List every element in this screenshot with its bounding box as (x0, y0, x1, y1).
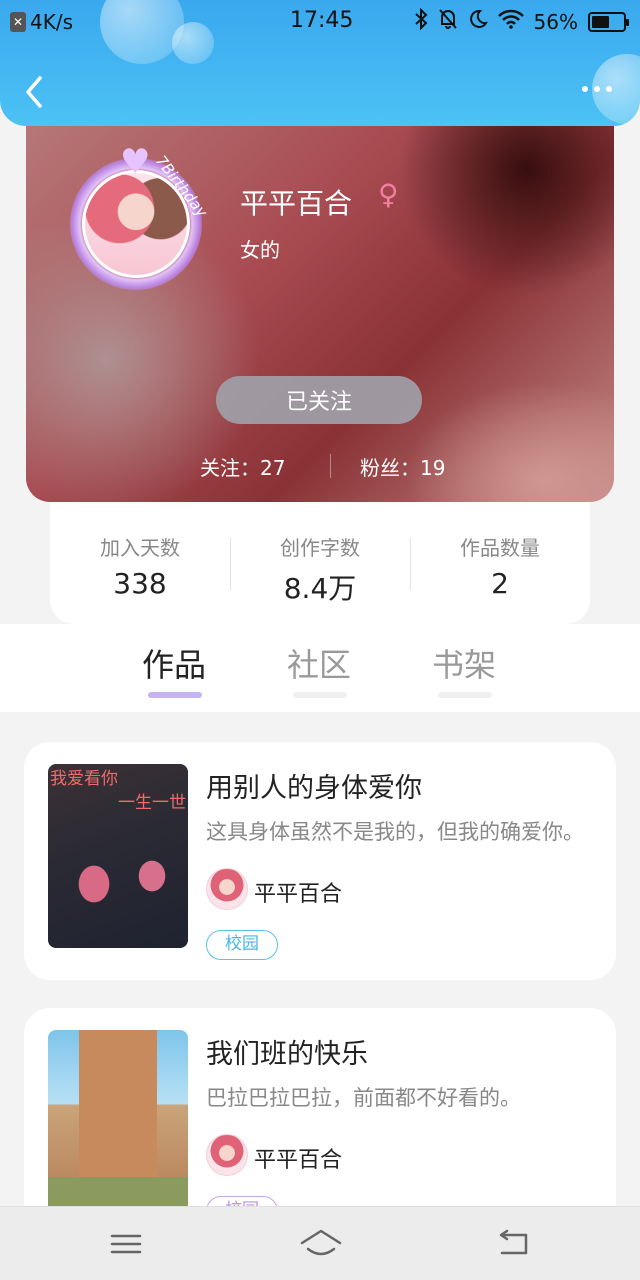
tab-community-indicator (293, 692, 347, 698)
network-indicator: ✕ 4K/s (10, 10, 73, 34)
stat-value: 8.4万 (283, 572, 357, 605)
tab-works-indicator (148, 692, 202, 698)
author-avatar (206, 868, 248, 910)
stat-join-days: 加入天数 338 (50, 532, 230, 600)
battery-percent: 56% (533, 9, 578, 34)
work-description: 巴拉巴拉巴拉，前面都不好看的。 (206, 1086, 521, 1110)
username: 平平百合 (240, 187, 353, 220)
system-nav-bar (0, 1206, 640, 1280)
dot (606, 86, 612, 92)
more-dots-icon[interactable] (582, 86, 612, 92)
network-speed: 4K/s (30, 10, 73, 34)
follow-stats: 关注：27 粉丝：19 (26, 452, 614, 482)
stat-label: 加入天数 (100, 536, 180, 560)
work-card[interactable]: 我爱看你 一生一世 用别人的身体爱你 这具身体虽然不是我的，但我的确爱你。 平平… (24, 742, 616, 980)
moon-icon (468, 9, 488, 34)
work-description: 这具身体虽然不是我的，但我的确爱你。 (206, 820, 584, 844)
profile-banner: ♥ 7Birthday 平平百合 ♀ 女的 已关注 关注：27 粉丝：19 (26, 100, 614, 502)
top-header: ✕ 4K/s 17:45 56% (0, 0, 640, 126)
home-icon[interactable] (298, 1227, 344, 1261)
stat-value: 338 (113, 567, 167, 600)
wifi-icon (497, 9, 524, 34)
dot (582, 86, 588, 92)
stat-value: 2 (491, 567, 509, 600)
tab-works[interactable]: 作品 (142, 640, 206, 686)
stat-label: 创作字数 (280, 536, 360, 560)
stats-card: 加入天数 338 创作字数 8.4万 作品数量 2 (50, 502, 590, 624)
author-avatar (206, 1134, 248, 1176)
work-title[interactable]: 我们班的快乐 (206, 1032, 368, 1071)
stat-works-count: 作品数量 2 (410, 532, 590, 600)
clock: 17:45 (290, 8, 354, 33)
followed-button[interactable]: 已关注 (216, 376, 422, 424)
tab-bookshelf[interactable]: 书架 (432, 640, 496, 686)
author-name: 平平百合 (254, 882, 343, 907)
heart-icon: ♥ (120, 142, 151, 182)
gender-label: 女的 (240, 238, 280, 262)
status-bar: ✕ 4K/s 17:45 56% (0, 0, 640, 44)
work-cover[interactable]: 我爱看你 一生一世 (48, 764, 188, 948)
genre-tag[interactable]: 校园 (206, 930, 278, 960)
author-name: 平平百合 (254, 1148, 343, 1173)
chevron-left-icon[interactable] (20, 72, 50, 112)
network-x-icon: ✕ (10, 12, 26, 32)
stat-word-count: 创作字数 8.4万 (230, 532, 410, 607)
divider (330, 454, 331, 478)
tab-bookshelf-indicator (438, 692, 492, 698)
dot (594, 86, 600, 92)
battery-icon (588, 11, 629, 32)
battery-fill (592, 15, 609, 28)
work-title[interactable]: 用别人的身体爱你 (206, 766, 422, 805)
status-icons: 56% (414, 7, 629, 35)
back-arrow-icon[interactable] (494, 1227, 534, 1261)
fans-count[interactable]: 粉丝：19 (360, 452, 445, 481)
female-gender-icon: ♀ (378, 178, 399, 211)
menu-icon[interactable] (106, 1227, 146, 1261)
mute-icon (438, 8, 458, 35)
cover-title-text: 一生一世 (118, 793, 186, 813)
work-cover[interactable] (48, 1030, 188, 1214)
stat-label: 作品数量 (460, 536, 540, 560)
bluetooth-icon (414, 7, 428, 35)
cover-title-text: 我爱看你 (50, 769, 118, 789)
tab-bar: 作品 社区 书架 (0, 624, 640, 712)
following-count[interactable]: 关注：27 (200, 452, 285, 481)
tab-community[interactable]: 社区 (287, 640, 351, 686)
